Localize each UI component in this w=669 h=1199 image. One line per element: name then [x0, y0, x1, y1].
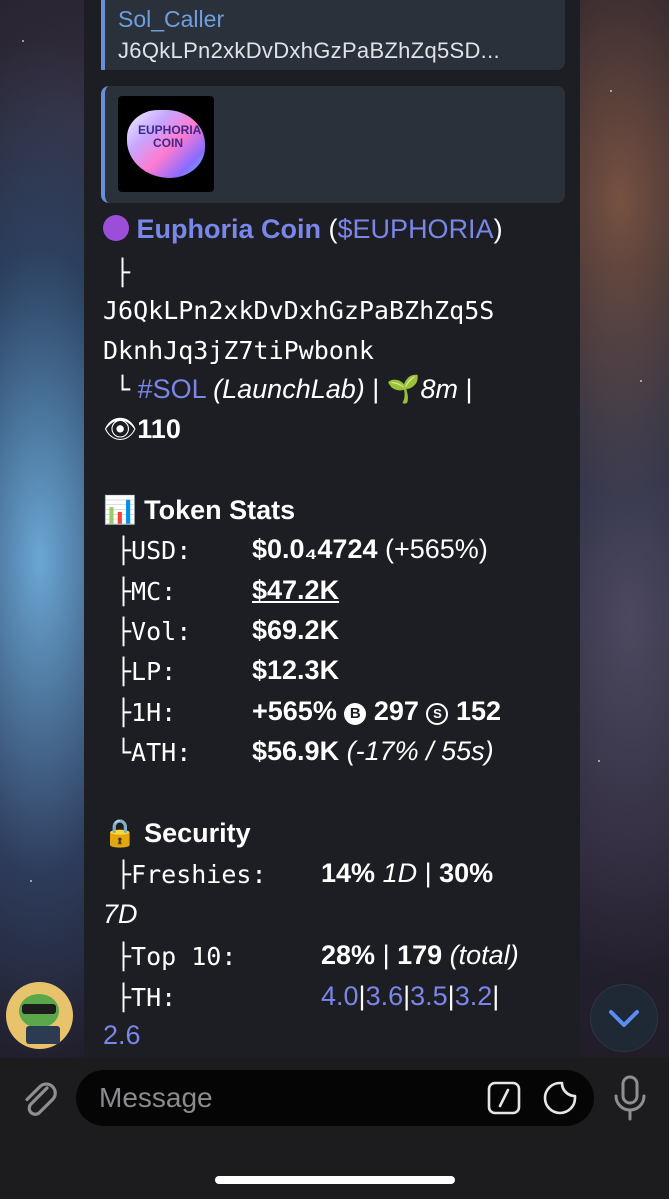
stats-heading: Token Stats	[144, 495, 296, 525]
ath-change: (-17% / 55s)	[346, 736, 494, 766]
th-values: 4.0|3.6|3.5|3.2|	[321, 981, 499, 1012]
stat-label-ath: └ATH:	[116, 738, 192, 767]
sells-count: 152	[455, 696, 502, 726]
th-label: ├TH:	[116, 983, 177, 1012]
quote-sender-name: Sol_Caller	[118, 6, 225, 32]
liquidity-value: $12.3K	[252, 655, 340, 685]
token-thumbnail[interactable]: EUPHORIA COIN	[118, 96, 214, 192]
th-link[interactable]: 4.0	[321, 981, 359, 1011]
separator: |	[382, 940, 390, 970]
token-name-link[interactable]: Euphoria Coin	[137, 214, 322, 244]
paren-open: (	[328, 214, 338, 244]
th-link[interactable]: 2.6	[103, 1020, 141, 1051]
contract-address-line1[interactable]: J6QkLPn2xkDvDxhGzPaBZhZq5S	[103, 296, 494, 325]
price-change: (+565%)	[385, 534, 488, 564]
paren-close: )	[493, 214, 503, 244]
freshies-values: 14% 1D | 30%	[321, 858, 493, 889]
stat-label-mc: ├MC:	[116, 577, 177, 606]
top10-label: ├Top 10:	[116, 942, 237, 971]
hour-change: +565%	[252, 696, 337, 726]
bar-chart-icon: 📊	[103, 495, 137, 525]
launchpad-label: (LaunchLab)	[213, 374, 365, 404]
buys-icon: B	[344, 703, 367, 725]
freshies-label: ├Freshies:	[116, 860, 267, 889]
stat-label-usd: ├USD:	[116, 536, 192, 565]
freshies-1d: 14%	[321, 858, 376, 888]
token-title-line: Euphoria Coin ($EUPHORIA)	[103, 214, 503, 245]
eye-icon: 👁	[103, 414, 138, 444]
wallpaper-star	[598, 760, 600, 762]
freshies-7d: 30%	[439, 858, 494, 888]
sticker-icon[interactable]	[542, 1080, 578, 1116]
top10-total: 179	[397, 940, 443, 970]
price-value: $0.0₄4724	[252, 534, 378, 564]
tree-branch-end: └	[115, 375, 131, 404]
market-cap-link[interactable]: $47.2K	[252, 575, 339, 606]
wallpaper-star	[610, 90, 612, 92]
chevron-down-icon	[609, 1010, 639, 1027]
freshies-7d-unit: 7D	[103, 899, 138, 929]
separator: |	[447, 981, 455, 1011]
top10-total-label: (total)	[449, 940, 519, 970]
separator: |	[465, 374, 473, 404]
paperclip-icon[interactable]	[17, 1076, 61, 1120]
home-indicator	[215, 1176, 455, 1184]
separator: |	[492, 981, 500, 1011]
views-line: 👁110	[103, 413, 181, 445]
avatar-laptop	[26, 1026, 60, 1044]
views-count: 110	[137, 414, 181, 444]
stat-label-vol: ├Vol:	[116, 617, 192, 646]
chain-line: └ #SOL (LaunchLab) | 🌱8m |	[103, 373, 472, 405]
security-heading: Security	[144, 818, 251, 848]
quote-preview-text: J6QkLPn2xkDvDxhGzPaBZhZq5SD...	[118, 38, 500, 63]
wallpaper-star	[22, 40, 24, 42]
separator: |	[424, 858, 432, 888]
slash-command-icon[interactable]	[487, 1081, 521, 1115]
separator: |	[372, 374, 380, 404]
seedling-icon: 🌱	[386, 374, 421, 404]
chain-hashtag[interactable]: #SOL	[138, 374, 206, 404]
th-link[interactable]: 3.6	[366, 981, 404, 1011]
stats-heading-line: 📊 Token Stats	[103, 494, 295, 526]
stat-value-1h: +565% B 297 S 152	[252, 696, 501, 727]
th-link[interactable]: 3.2	[455, 981, 493, 1011]
purple-circle-icon	[103, 215, 129, 241]
contract-address-line2[interactable]: DknhJq3jZ7tiPwbonk	[103, 336, 374, 365]
ath-value: $56.9K	[252, 736, 340, 766]
volume-value: $69.2K	[252, 615, 340, 645]
message-placeholder: Message	[99, 1082, 213, 1113]
stat-label-1h: ├1H:	[116, 698, 177, 727]
microphone-icon[interactable]	[611, 1074, 649, 1122]
stat-label-lp: ├LP:	[116, 657, 177, 686]
th-link[interactable]: 3.5	[410, 981, 448, 1011]
security-heading-line: 🔒 Security	[103, 817, 251, 849]
scroll-down-button[interactable]	[590, 984, 658, 1052]
separator: |	[358, 981, 366, 1011]
freshies-1d-unit: 1D	[382, 858, 418, 888]
buys-count: 297	[373, 696, 419, 726]
sells-icon: S	[426, 703, 449, 725]
avatar-glasses	[22, 1004, 56, 1014]
wallpaper-star	[30, 880, 32, 882]
sender-avatar[interactable]	[6, 982, 73, 1049]
top10-values: 28% | 179 (total)	[321, 940, 519, 971]
token-age: 8m	[420, 374, 458, 404]
token-ticker-link[interactable]: $EUPHORIA	[338, 214, 494, 244]
thumbnail-logo-text: EUPHORIA COIN	[138, 123, 202, 150]
stat-value-usd: $0.0₄4724 (+565%)	[252, 534, 488, 565]
wallpaper-star	[640, 380, 642, 382]
tree-branch: ├	[115, 258, 131, 287]
stat-value-ath: $56.9K (-17% / 55s)	[252, 736, 494, 767]
top10-percent: 28%	[321, 940, 376, 970]
lock-icon: 🔒	[103, 818, 137, 848]
